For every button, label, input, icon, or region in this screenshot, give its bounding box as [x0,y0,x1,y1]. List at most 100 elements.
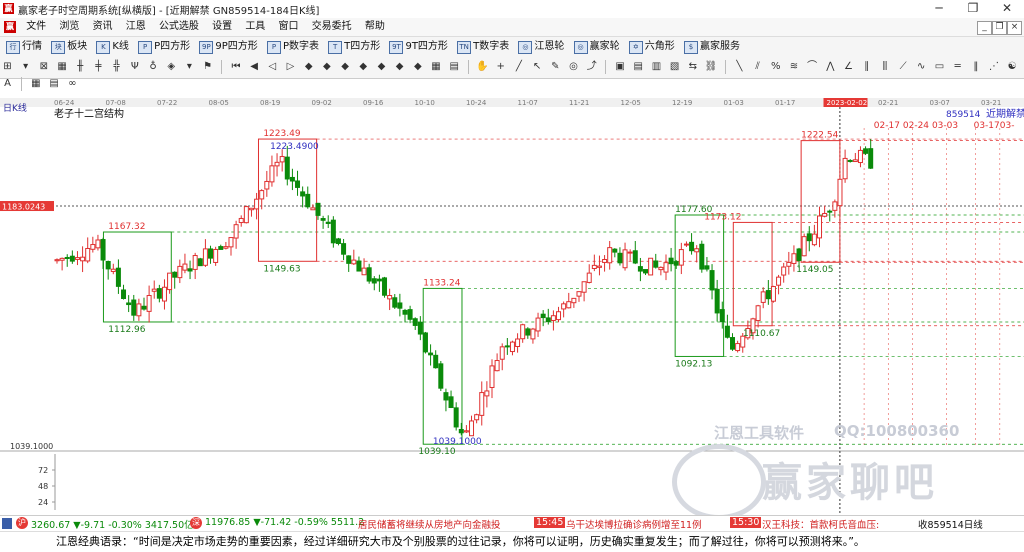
compass-icon[interactable]: ♁ [147,60,160,74]
maximize-button[interactable]: ❐ [956,0,990,18]
menu-tools[interactable]: 工具 [240,18,270,36]
cross-icon[interactable]: ╬ [110,60,123,74]
percent-icon[interactable]: % [769,60,782,74]
infinity-icon[interactable]: ∞ [66,77,79,91]
cube-icon[interactable]: ◎ [567,60,580,74]
chart-icon[interactable]: ▤ [632,60,645,74]
line-icon[interactable]: ╱ [512,60,525,74]
parallel-icon[interactable]: ∥ [860,60,873,74]
save-icon[interactable]: ▣ [614,60,627,74]
fib-icon[interactable]: ≋ [787,60,800,74]
channel-icon[interactable]: ⫽ [751,60,764,74]
service-icon: $ [683,40,698,54]
menu-file[interactable]: 文件 [21,18,51,36]
toolbar-p-square[interactable]: P P四方形 [138,37,190,57]
candle-icon[interactable]: ╫ [74,60,87,74]
candle-body [678,249,684,266]
toolbar-t-table[interactable]: TN T数字表 [457,37,509,57]
diamond-left-icon[interactable]: ◆ [357,60,370,74]
menu-window[interactable]: 窗口 [274,18,304,36]
vline-icon[interactable]: ‖ [969,60,982,74]
ray-icon[interactable]: ╲ [733,60,746,74]
menu-settings[interactable]: 设置 [207,18,237,36]
news-ticker-2[interactable]: 乌干达埃博拉确诊病例增至11例 [566,517,702,531]
text-icon[interactable]: A [1,77,14,91]
pointer-icon[interactable]: ⊞ [1,60,14,74]
diamond-mark-icon[interactable]: ◆ [393,60,406,74]
mdi-close-button[interactable]: × [1007,21,1022,35]
toolbar-9t-square[interactable]: 9T 9T四方形 [389,37,448,57]
sz-index-quote[interactable]: 11976.85 ▼-71.42 -0.59% 5511.2 [205,517,364,528]
box-icon[interactable]: ▭ [933,60,946,74]
export-icon[interactable]: ⇆ [686,60,699,74]
prev-icon[interactable]: ◀ [248,60,261,74]
bar-icon[interactable]: ╪ [92,60,105,74]
grid-icon[interactable]: ▦ [56,60,69,74]
toolbar-t-square[interactable]: T T四方形 [328,37,380,57]
toolbar-kline[interactable]: K K线 [96,37,129,57]
flag-icon[interactable]: ⚑ [201,60,214,74]
diamond-up-icon[interactable]: ◆ [320,60,333,74]
sh-index-quote[interactable]: 3260.67 ▼-9.71 -0.30% 3417.50亿 [31,517,194,531]
toggle-icon[interactable]: ▾ [183,60,196,74]
table-icon[interactable]: ▤ [448,60,461,74]
gann-line-icon[interactable]: ⟋ [897,60,910,74]
crosshair-icon[interactable]: + [494,60,507,74]
hline-icon[interactable]: ═ [951,60,964,74]
diamond-icon[interactable]: ◆ [302,60,315,74]
trend-icon[interactable]: ⤴ [585,60,598,74]
menu-trade[interactable]: 交易委托 [307,18,357,36]
toolbar-service[interactable]: $ 赢家服务 [683,37,740,57]
diamond-down-icon[interactable]: ◆ [339,60,352,74]
cursor-icon[interactable]: ↖ [531,60,544,74]
menu-gann[interactable]: 江恩 [121,18,151,36]
spiral-icon[interactable]: ☯ [1006,60,1019,74]
angle-icon[interactable]: ∠ [842,60,855,74]
toolbar-9p-square[interactable]: 9P 9P四方形 [199,37,258,57]
menu-help[interactable]: 帮助 [360,18,390,36]
toolbar-quotes[interactable]: 行行情 [6,37,42,57]
diamond-right-icon[interactable]: ◆ [375,60,388,74]
zoom-icon[interactable]: ⊠ [37,60,50,74]
first-icon[interactable]: ⏮ [229,60,242,74]
wave-icon[interactable]: ∿ [915,60,928,74]
link-icon[interactable]: ⛓ [705,60,718,74]
toolbar-sectors[interactable]: 块板块 [51,37,87,57]
toolbar-winner-wheel[interactable]: ◎ 赢家轮 [573,37,620,57]
period-dropdown-icon[interactable]: ▾ [19,60,32,74]
layout-icon[interactable]: ▥ [650,60,663,74]
candle-body [238,217,244,224]
menu-browse[interactable]: 浏览 [54,18,84,36]
fork-icon[interactable]: Ψ [128,60,141,74]
candle-body [177,265,183,279]
news-ticker-1[interactable]: 居民储蓄将继续从房地产向金融投 [358,517,501,531]
hand-icon[interactable]: ✋ [476,60,489,74]
toolbar-p-table[interactable]: P P数字表 [266,37,319,57]
pin-icon[interactable]: ✎ [549,60,562,74]
status-grid-icon[interactable] [2,518,12,529]
next-icon[interactable]: ▷ [284,60,297,74]
p-square-icon: P [138,40,153,54]
speed-icon[interactable]: ⋰ [988,60,1001,74]
menu-news[interactable]: 资讯 [88,18,118,36]
fan-icon[interactable]: ⋀ [824,60,837,74]
mdi-restore-button[interactable]: ❐ [992,21,1007,35]
cycle-icon[interactable]: ⫼ [878,60,891,74]
menu-formula[interactable]: 公式选股 [154,18,204,36]
arc-icon[interactable]: ⌒ [806,60,819,74]
toolbar-gann-wheel[interactable]: ◎ 江恩轮 [518,37,564,57]
candle-body [658,266,664,271]
monitor-icon[interactable]: ▧ [668,60,681,74]
diamond-alt-icon[interactable]: ◆ [411,60,424,74]
calendar-icon[interactable]: ▦ [29,77,42,91]
back-icon[interactable]: ◁ [266,60,279,74]
grid-alt-icon[interactable]: ▦ [430,60,443,74]
target-icon[interactable]: ◈ [165,60,178,74]
mdi-minimize-button[interactable]: _ [977,21,992,35]
table-view-icon[interactable]: ▤ [48,77,61,91]
minimize-button[interactable]: ─ [922,0,956,18]
news-ticker-3[interactable]: 汉王科技：首款柯氏音血压: [762,517,879,531]
kline-chart[interactable]: 06-24 07-08 07-22 08-05 08-19 09-02 09-16 10-10… [0,98,1024,520]
close-button[interactable]: ✕ [990,0,1024,18]
toolbar-hexagon[interactable]: ✡ 六角形 [628,37,675,57]
